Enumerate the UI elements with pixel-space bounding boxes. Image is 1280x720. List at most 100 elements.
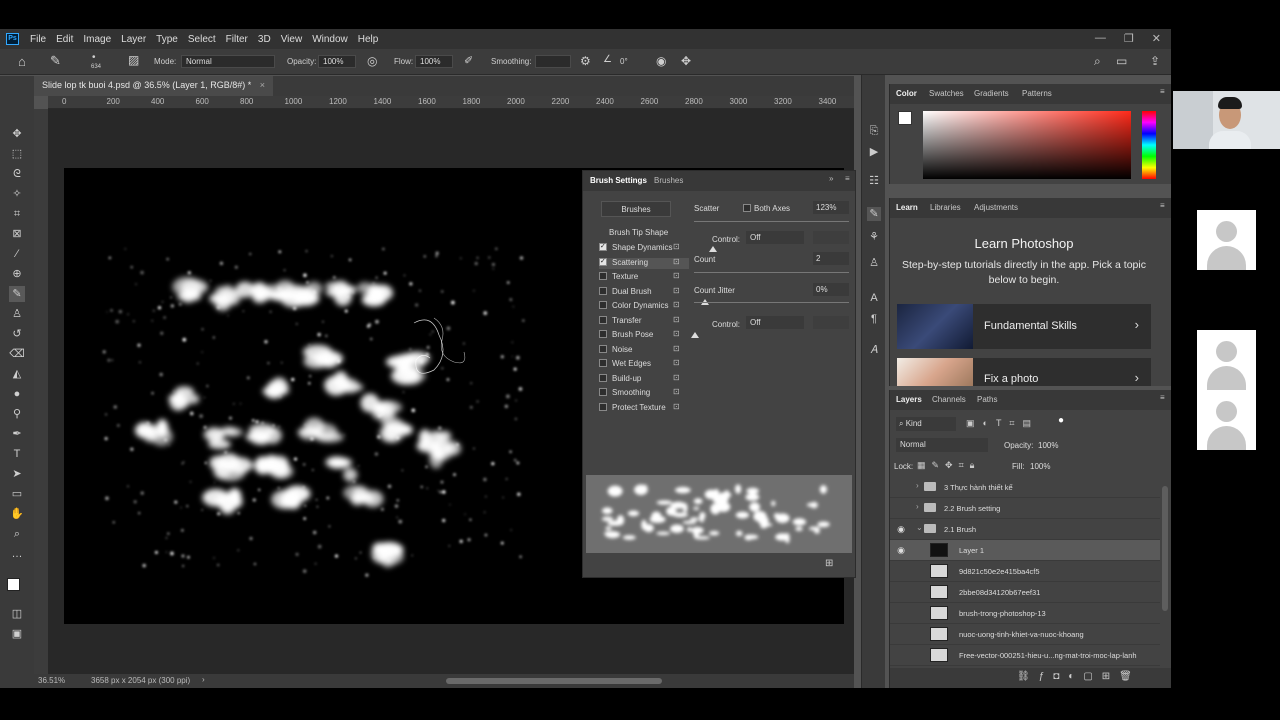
- pressure-size-icon[interactable]: ◉: [656, 54, 666, 68]
- brushes-icon[interactable]: ⚘: [867, 230, 881, 244]
- layer-row[interactable]: brush-trong-photoshop-13: [890, 603, 1160, 624]
- visibility-eye-icon[interactable]: ◉: [896, 524, 906, 535]
- collapse-panel-icon[interactable]: »: [829, 174, 833, 183]
- lock-icon[interactable]: ⊡: [673, 373, 680, 382]
- dodge-tool-icon[interactable]: ⚲: [9, 406, 25, 422]
- layer-row[interactable]: › 2.2 Brush setting: [890, 498, 1160, 519]
- brush-setting-checkbox[interactable]: [599, 286, 607, 295]
- layer-name[interactable]: 2.2 Brush setting: [944, 504, 1000, 513]
- zoom-tool-icon[interactable]: ⌕: [9, 526, 25, 542]
- tab-color[interactable]: Color: [896, 89, 917, 98]
- fill-value[interactable]: 100%: [1030, 462, 1050, 471]
- brush-tip-shape-item[interactable]: Brush Tip Shape: [609, 228, 668, 237]
- path-select-tool-icon[interactable]: ➤: [9, 466, 25, 482]
- eyedropper-tool-icon[interactable]: ⁄: [9, 246, 25, 262]
- scatter-slider-thumb[interactable]: [709, 246, 717, 252]
- panel-menu-icon[interactable]: ≡: [1160, 87, 1165, 96]
- tab-patterns[interactable]: Patterns: [1022, 89, 1052, 98]
- create-brush-icon[interactable]: ⊞: [825, 558, 833, 569]
- document-info[interactable]: 3658 px x 2054 px (300 ppi): [91, 676, 190, 685]
- layers-scrollbar[interactable]: [1162, 486, 1168, 611]
- layer-actions-icons[interactable]: ⛓ƒ◘◐▢⊞🗑︎: [1017, 671, 1141, 682]
- layer-filter-icons[interactable]: ▣◐T⌗▤: [966, 418, 1039, 429]
- menu-3d[interactable]: 3D: [253, 34, 276, 45]
- zoom-level[interactable]: 36.51%: [38, 676, 65, 685]
- menu-filter[interactable]: Filter: [221, 34, 253, 45]
- tab-adjustments[interactable]: Adjustments: [974, 203, 1018, 212]
- airbrush-icon[interactable]: ✐: [464, 54, 473, 67]
- frame-tool-icon[interactable]: ⊠: [9, 226, 25, 242]
- layer-name[interactable]: nuoc-uong-tinh-khiet-va-nuoc-khoang: [959, 630, 1084, 639]
- count-slider[interactable]: [694, 272, 849, 273]
- group-expand-icon[interactable]: ⌄: [916, 523, 923, 532]
- layer-opacity-value[interactable]: 100%: [1038, 441, 1058, 450]
- group-expand-icon[interactable]: ›: [916, 502, 919, 511]
- brush-setting-checkbox[interactable]: [599, 373, 607, 382]
- layer-name[interactable]: 2bbe08d34120b67eef31: [959, 588, 1040, 597]
- foreground-color-swatch[interactable]: [7, 578, 20, 591]
- menu-image[interactable]: Image: [78, 34, 116, 45]
- tab-paths[interactable]: Paths: [977, 395, 997, 404]
- hand-tool-icon[interactable]: ✋: [9, 506, 25, 522]
- layer-name[interactable]: 3 Thực hành thiết kế: [944, 483, 1013, 492]
- menu-type[interactable]: Type: [151, 34, 183, 45]
- layer-name[interactable]: Layer 1: [959, 546, 984, 555]
- brush-setting-item[interactable]: Transfer ⊡: [599, 315, 689, 327]
- count-value[interactable]: 2: [813, 252, 849, 265]
- lock-icon[interactable]: ⊡: [673, 387, 680, 396]
- brush-setting-checkbox[interactable]: [599, 344, 607, 353]
- menu-edit[interactable]: Edit: [51, 34, 78, 45]
- menu-layer[interactable]: Layer: [116, 34, 151, 45]
- scatter-value[interactable]: 123%: [813, 201, 849, 214]
- home-icon[interactable]: ⌂: [18, 54, 26, 69]
- tab-brush-settings[interactable]: Brush Settings: [590, 176, 647, 185]
- layer-row[interactable]: › 3 Thực hành thiết kế: [890, 477, 1160, 498]
- brush-setting-checkbox[interactable]: [599, 388, 607, 396]
- character-icon[interactable]: A: [867, 291, 881, 305]
- mode-select[interactable]: Normal: [181, 55, 275, 68]
- panel-menu-icon[interactable]: ≡: [1160, 393, 1165, 402]
- layer-row[interactable]: 2bbe08d34120b67eef31: [890, 582, 1160, 603]
- tab-channels[interactable]: Channels: [932, 395, 966, 404]
- share-icon[interactable]: ⇪: [1150, 54, 1160, 68]
- crop-tool-icon[interactable]: ⌗: [9, 206, 25, 222]
- filter-kind-select[interactable]: ⌕ Kind: [896, 417, 956, 431]
- control-select[interactable]: Off: [746, 231, 804, 244]
- menu-view[interactable]: View: [276, 34, 308, 45]
- brush-setting-checkbox[interactable]: [599, 242, 607, 251]
- maximize-icon[interactable]: ❐: [1124, 32, 1134, 45]
- brush-setting-item[interactable]: Color Dynamics ⊡: [599, 300, 689, 312]
- move-tool-icon[interactable]: ✥: [9, 126, 25, 142]
- tab-brushes[interactable]: Brushes: [654, 176, 683, 185]
- lock-icon[interactable]: ⊡: [673, 271, 680, 280]
- paragraph-icon[interactable]: ¶: [867, 312, 881, 326]
- lock-icon[interactable]: ⊡: [673, 329, 680, 338]
- brush-setting-checkbox[interactable]: [599, 330, 607, 338]
- brush-setting-item[interactable]: Scattering ⊡: [599, 257, 689, 269]
- panel-menu-icon[interactable]: ≡: [845, 174, 850, 183]
- brush-setting-item[interactable]: Dual Brush ⊡: [599, 286, 689, 298]
- tab-swatches[interactable]: Swatches: [929, 89, 964, 98]
- lock-icon[interactable]: ⊡: [673, 402, 680, 411]
- brush-setting-item[interactable]: Wet Edges ⊡: [599, 358, 689, 370]
- search-icon[interactable]: ⌕: [1094, 54, 1101, 69]
- stamp-tool-icon[interactable]: ♙: [9, 306, 25, 322]
- color-spectrum-field[interactable]: [923, 111, 1131, 179]
- document-tab[interactable]: Slide lop tk buoi 4.psd @ 36.5% (Layer 1…: [34, 76, 274, 96]
- clone-source-icon[interactable]: ♙: [867, 256, 881, 270]
- opacity-input[interactable]: 100%: [318, 55, 356, 68]
- lock-icon[interactable]: ⊡: [673, 300, 680, 309]
- angle-value[interactable]: 0°: [620, 57, 628, 66]
- properties-icon[interactable]: ☷: [867, 174, 881, 188]
- brush-settings-icon[interactable]: ✎: [867, 207, 881, 221]
- brush-setting-checkbox[interactable]: [599, 257, 607, 266]
- layer-row[interactable]: ◉ ⌄ 2.1 Brush: [890, 519, 1160, 540]
- smoothing-input[interactable]: [535, 55, 571, 68]
- pen-tool-icon[interactable]: ✒: [9, 426, 25, 442]
- eraser-tool-icon[interactable]: ⌫: [9, 346, 25, 362]
- blend-mode-select[interactable]: Normal: [896, 438, 988, 452]
- workspace-icon[interactable]: ▭: [1116, 54, 1127, 68]
- brush-setting-item[interactable]: Protect Texture ⊡: [599, 402, 689, 414]
- layer-row[interactable]: ◉ Layer 1: [890, 540, 1160, 561]
- both-axes-checkbox[interactable]: [743, 204, 751, 212]
